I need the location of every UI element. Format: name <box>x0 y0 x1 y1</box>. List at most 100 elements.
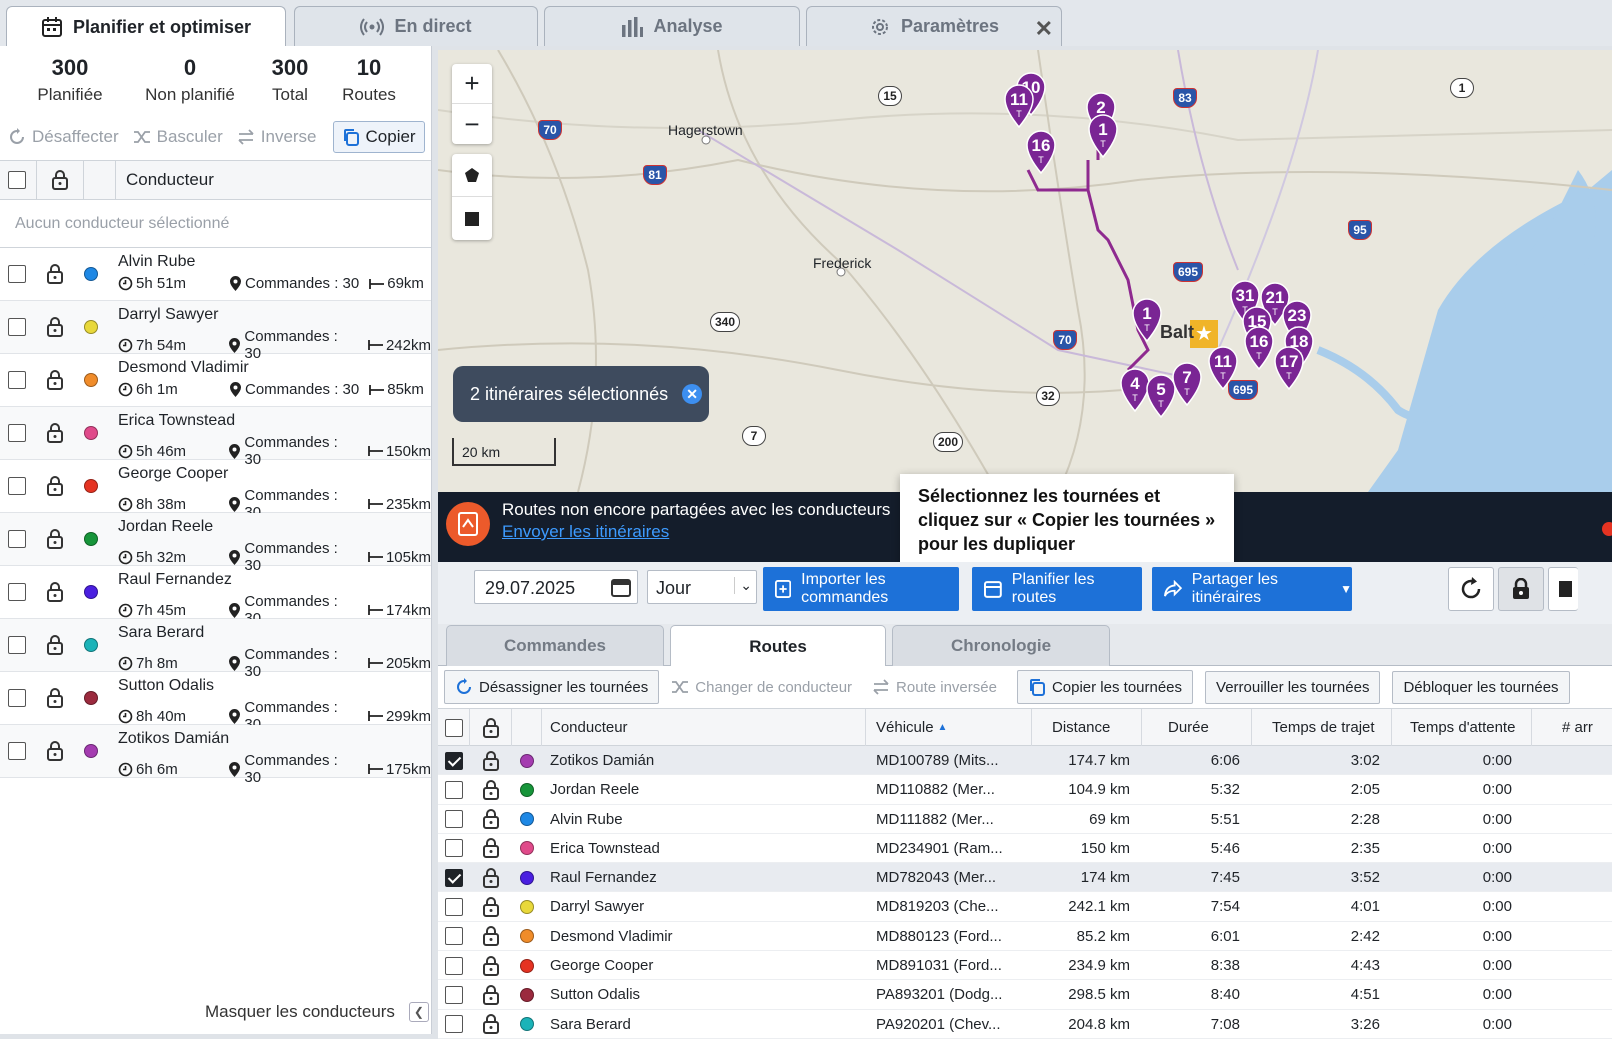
reverse-route-button[interactable]: Route inversée <box>872 679 997 696</box>
lock-icon[interactable] <box>46 370 64 395</box>
vehicle-column-header[interactable]: Véhicule ▲ <box>866 709 1032 746</box>
route-pin[interactable]: 1T <box>1088 114 1118 158</box>
driver-row[interactable]: Sutton Odalis8h 40mCommandes : 30299km <box>0 672 431 733</box>
wait-time-column-header[interactable]: Temps d'attente <box>1392 709 1532 746</box>
unlock-routes-button[interactable]: Débloquer les tournées <box>1392 670 1570 704</box>
route-pin[interactable]: 16 T <box>1026 130 1056 174</box>
lock-icon[interactable] <box>482 834 500 863</box>
chevron-left-icon[interactable]: ❮ <box>408 1002 429 1022</box>
driver-row[interactable]: Jordan Reele 5h 32m Commandes : 30 105km <box>0 513 431 574</box>
travel-time-column-header[interactable]: Temps de trajet <box>1252 709 1392 746</box>
clear-selection-icon[interactable]: ✕ <box>682 384 703 404</box>
date-field[interactable]: 29.07.2025 <box>474 570 638 604</box>
driver-row[interactable]: Sara Berard 7h 8m Commandes : 30 205km <box>0 619 431 680</box>
route-checkbox[interactable] <box>445 868 463 887</box>
lock-routes-button[interactable]: Verrouiller les tournées <box>1205 670 1381 704</box>
close-icon[interactable]: ✕ <box>1035 16 1053 42</box>
lock-icon[interactable] <box>482 980 500 1009</box>
tab-live[interactable]: En direct <box>294 6 538 46</box>
rectangle-tool-icon[interactable] <box>452 197 492 240</box>
lock-icon[interactable] <box>46 688 64 713</box>
select-all-checkbox[interactable] <box>444 718 463 737</box>
driver-checkbox[interactable] <box>8 636 26 654</box>
lock-icon[interactable] <box>470 709 512 746</box>
lock-icon[interactable] <box>482 922 500 951</box>
driver-checkbox[interactable] <box>8 424 26 442</box>
route-checkbox[interactable] <box>445 751 463 770</box>
driver-column-header[interactable]: Conducteur <box>542 709 866 746</box>
unassign-routes-button[interactable]: Désassigner les tournées <box>444 670 660 704</box>
lock-icon[interactable] <box>46 529 64 554</box>
table-row[interactable]: Zotikos Damián MD100789 (Mits... 174.7 km 6… <box>438 746 1612 776</box>
lock-icon[interactable] <box>46 264 64 289</box>
zoom-out-button[interactable]: − <box>452 104 492 144</box>
unassign-button[interactable]: Désaffecter <box>8 127 119 147</box>
table-row[interactable]: Alvin Rube MD111882 (Mer... 69 km 5:51 2:28 0… <box>438 804 1612 834</box>
lock-icon[interactable] <box>46 741 64 766</box>
route-pin[interactable]: 11 T <box>1208 346 1238 390</box>
lock-icon[interactable] <box>46 635 64 660</box>
driver-row[interactable]: Alvin Rube 5h 51m Commandes : 30 69km <box>0 248 431 301</box>
driver-checkbox[interactable] <box>8 530 26 548</box>
map-view[interactable]: ★ Hagerstown Frederick Balt 70 81 15 83 695 3… <box>438 50 1612 492</box>
zoom-in-button[interactable]: + <box>452 64 492 104</box>
route-checkbox[interactable] <box>445 839 463 858</box>
driver-checkbox[interactable] <box>8 265 26 283</box>
hide-drivers-control[interactable]: Masquer les conducteurs ❮ <box>205 1002 429 1022</box>
share-routes-button[interactable]: Partager les itinéraires ▼ <box>1152 567 1352 611</box>
driver-row[interactable]: Darryl Sawyer 7h 54m Commandes : 30 242km <box>0 301 431 362</box>
calendar-icon[interactable] <box>611 577 631 602</box>
copy-routes-button[interactable]: Copier les tournées <box>1016 670 1194 704</box>
tab-timeline[interactable]: Chronologie <box>892 625 1110 666</box>
duration-column-header[interactable]: Durée <box>1142 709 1252 746</box>
distance-column-header[interactable]: Distance <box>1032 709 1142 746</box>
driver-checkbox[interactable] <box>8 583 26 601</box>
driver-checkbox[interactable] <box>8 689 26 707</box>
driver-checkbox[interactable] <box>8 742 26 760</box>
driver-row[interactable]: Raul Fernandez7h 45mCommandes : 30174km <box>0 566 431 627</box>
route-checkbox[interactable] <box>445 985 463 1004</box>
table-row[interactable]: Sutton Odalis PA893201 (Dodg... 298.5 km 8:… <box>438 980 1612 1010</box>
change-driver-button[interactable]: Changer de conducteur <box>671 679 852 696</box>
route-checkbox[interactable] <box>445 810 463 829</box>
route-checkbox[interactable] <box>445 780 463 799</box>
reverse-button[interactable]: Inverse <box>237 127 317 147</box>
route-pin[interactable]: 11 T <box>1004 84 1034 128</box>
lock-icon[interactable] <box>46 582 64 607</box>
lock-icon[interactable] <box>482 746 500 775</box>
lock-icon[interactable] <box>482 892 500 921</box>
lock-icon[interactable] <box>46 423 64 448</box>
route-pin[interactable]: 7T <box>1172 362 1202 406</box>
table-row[interactable]: Raul Fernandez MD782043 (Mer... 174 km 7:45… <box>438 863 1612 893</box>
table-row[interactable]: Desmond Vladimir MD880123 (Ford... 85.2 km… <box>438 921 1612 952</box>
polygon-tool-icon[interactable] <box>452 154 492 197</box>
lock-icon[interactable] <box>482 805 500 834</box>
period-select[interactable]: Jour ⌄ <box>647 570 757 604</box>
route-checkbox[interactable] <box>445 927 463 946</box>
select-all-routes[interactable] <box>438 709 470 746</box>
tab-settings[interactable]: Paramètres ✕ <box>806 6 1062 46</box>
copy-button[interactable]: Copier <box>332 121 425 153</box>
route-checkbox[interactable] <box>445 956 463 975</box>
route-pin[interactable]: 16 T <box>1244 326 1274 370</box>
table-row[interactable]: George Cooper MD891031 (Ford... 234.9 km 8:… <box>438 951 1612 981</box>
lock-icon[interactable] <box>46 476 64 501</box>
table-row[interactable]: Erica Townstead MD234901 (Ram... 150 km 5:4… <box>438 833 1612 864</box>
route-checkbox[interactable] <box>445 897 463 916</box>
tab-orders[interactable]: Commandes <box>446 625 664 666</box>
lock-icon[interactable] <box>482 863 500 892</box>
table-row[interactable]: Jordan Reele MD110882 (Mer... 104.9 km 5:32… <box>438 775 1612 805</box>
tab-routes[interactable]: Routes <box>670 625 886 667</box>
tab-analysis[interactable]: Analyse <box>544 6 800 46</box>
driver-row[interactable]: George Cooper8h 38mCommandes : 30235km <box>0 460 431 521</box>
lock-icon[interactable] <box>36 160 84 200</box>
arrivals-column-header[interactable]: # arr <box>1532 709 1612 746</box>
driver-checkbox[interactable] <box>8 371 26 389</box>
lock-icon[interactable] <box>482 775 500 804</box>
route-pin[interactable]: 17 T <box>1274 346 1304 390</box>
lock-icon[interactable] <box>482 1010 500 1039</box>
refresh-button[interactable] <box>1448 567 1494 611</box>
driver-row[interactable]: Erica Townstead 5h 46m Commandes : 30 150km <box>0 407 431 468</box>
more-button[interactable] <box>1548 567 1578 611</box>
plan-routes-button[interactable]: Planifier les routes <box>972 567 1142 611</box>
